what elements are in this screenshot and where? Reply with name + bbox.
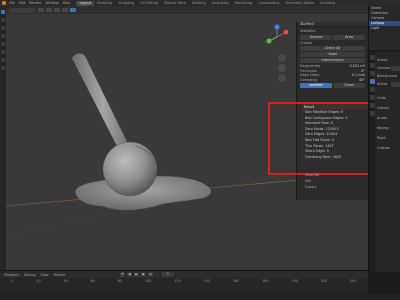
- prop-label[interactable]: Keying: [377, 126, 388, 131]
- add-menu-button[interactable]: [54, 8, 60, 12]
- select-tool-icon[interactable]: [1, 10, 5, 14]
- tab-modeling[interactable]: Modeling: [94, 1, 115, 6]
- object-menu-button[interactable]: [62, 8, 68, 12]
- tool-tab-icon[interactable]: [369, 55, 375, 60]
- keying-menu[interactable]: Keying: [24, 273, 35, 277]
- playback-menu[interactable]: Playback: [4, 273, 19, 277]
- tab-uv-editing[interactable]: UV Editing: [137, 1, 161, 6]
- playback-controls: ⏮ ◀ ▶ ▶ ⏭: [120, 272, 153, 277]
- prop-label: Scene: [377, 58, 388, 62]
- tab-texture-paint[interactable]: Texture Paint: [161, 1, 189, 6]
- render-tab-icon[interactable]: [369, 63, 375, 68]
- global-transform-button[interactable]: [70, 8, 76, 12]
- subpanel-list: Cleanup Edit Export: [302, 172, 366, 190]
- prev-key-icon[interactable]: ◀: [127, 272, 132, 277]
- navigation-gizmo-icon[interactable]: [264, 24, 290, 50]
- menu-render[interactable]: Render: [29, 1, 41, 5]
- highlight-box: [268, 102, 368, 175]
- prop-label: Background: [377, 74, 398, 78]
- scale-tool-icon[interactable]: [1, 42, 5, 46]
- object-mode-dropdown[interactable]: [9, 7, 35, 13]
- outliner-item[interactable]: Light: [369, 26, 400, 31]
- tab-geometry-nodes[interactable]: Geometry Nodes: [283, 1, 318, 6]
- 3d-viewport[interactable]: 3D-Print Statistics Volume Area Checks C…: [6, 6, 368, 270]
- scene-tab-icon[interactable]: [369, 79, 375, 84]
- material-tab-icon[interactable]: [369, 111, 375, 116]
- move-tool-icon[interactable]: [1, 26, 5, 30]
- prop-label[interactable]: Custom: [377, 146, 390, 151]
- tab-animation[interactable]: Animation: [209, 1, 232, 6]
- volume-button[interactable]: Volume: [300, 34, 332, 40]
- select-menu-button[interactable]: [46, 8, 52, 12]
- properties-tabs: [369, 52, 375, 272]
- play-icon[interactable]: ▶: [134, 272, 139, 277]
- jump-start-icon[interactable]: ⏮: [120, 272, 125, 277]
- tab-layout[interactable]: Layout: [76, 0, 94, 6]
- clean-button[interactable]: Clean: [333, 83, 365, 88]
- marker-menu[interactable]: Marker: [54, 273, 66, 277]
- prop-label[interactable]: Rigid: [377, 136, 386, 141]
- timeline-ruler[interactable]: 0 20 40 60 80 100 120 140 160 180 200 220 240: [0, 279, 368, 285]
- prop-label: Camera: [377, 66, 391, 70]
- camera-field[interactable]: [391, 66, 400, 71]
- menu-help[interactable]: Help: [63, 1, 71, 5]
- rotate-tool-icon[interactable]: [1, 34, 5, 38]
- outliner: Scene Collection Camera Lollipop Light: [368, 6, 400, 50]
- properties-editor: Scene Camera Background Active Units Gra…: [368, 52, 400, 272]
- active-clip-field[interactable]: [391, 82, 400, 87]
- current-frame-field[interactable]: 1: [162, 272, 174, 277]
- prop-label[interactable]: Units: [377, 96, 386, 101]
- tab-sculpting[interactable]: Sculpting: [115, 1, 137, 6]
- prop-label[interactable]: Audio: [377, 116, 387, 121]
- lollipop-candy[interactable]: [102, 141, 158, 197]
- prop-label[interactable]: Gravity: [377, 106, 389, 111]
- check-all-button[interactable]: Check All: [300, 46, 365, 51]
- tab-shading[interactable]: Shading: [189, 1, 209, 6]
- viewport-header: [6, 6, 368, 14]
- prop-label: Active: [377, 82, 388, 86]
- export-item[interactable]: Export: [302, 184, 366, 190]
- timeline-header: Playback Keying View Marker: [0, 271, 368, 278]
- isolated-button[interactable]: Isolated: [300, 83, 332, 88]
- checks-label: Checks: [300, 40, 313, 45]
- transform-tool-icon[interactable]: [1, 50, 5, 54]
- area-button[interactable]: Area: [333, 34, 365, 40]
- zoom-icon[interactable]: [278, 54, 286, 62]
- status-bar: [0, 294, 400, 300]
- measure-tool-icon[interactable]: [1, 66, 5, 70]
- annotate-tool-icon[interactable]: [1, 58, 5, 62]
- cursor-tool-icon[interactable]: [1, 18, 5, 22]
- solid-button[interactable]: Solid: [300, 52, 365, 57]
- menu-edit[interactable]: Edit: [19, 1, 26, 5]
- modifier-tab-icon[interactable]: [369, 103, 375, 108]
- camera-icon[interactable]: [278, 74, 286, 82]
- pan-icon[interactable]: [278, 64, 286, 72]
- blender-logo-icon[interactable]: [2, 1, 6, 5]
- next-key-icon[interactable]: ▶: [141, 272, 146, 277]
- menu-window[interactable]: Window: [45, 1, 58, 5]
- jump-end-icon[interactable]: ⏭: [148, 272, 153, 277]
- statistics-section: Statistics Volume Area Checks Check All …: [297, 27, 368, 91]
- view-menu[interactable]: View: [41, 273, 49, 277]
- workspace-tabs: Layout Modeling Sculpting UV Editing Tex…: [76, 0, 338, 6]
- object-tab-icon[interactable]: [369, 95, 375, 100]
- tab-rendering[interactable]: Rendering: [232, 1, 255, 6]
- view-menu-button[interactable]: [38, 8, 44, 12]
- output-tab-icon[interactable]: [369, 71, 375, 76]
- tab-compositing[interactable]: Compositing: [255, 1, 282, 6]
- tab-scripting[interactable]: Scripting: [317, 1, 338, 6]
- world-tab-icon[interactable]: [369, 87, 375, 92]
- menu-file[interactable]: File: [9, 1, 15, 5]
- intersections-button[interactable]: Intersections: [300, 58, 365, 63]
- timeline[interactable]: Playback Keying View Marker ⏮ ◀ ▶ ▶ ⏭ 1 …: [0, 270, 368, 294]
